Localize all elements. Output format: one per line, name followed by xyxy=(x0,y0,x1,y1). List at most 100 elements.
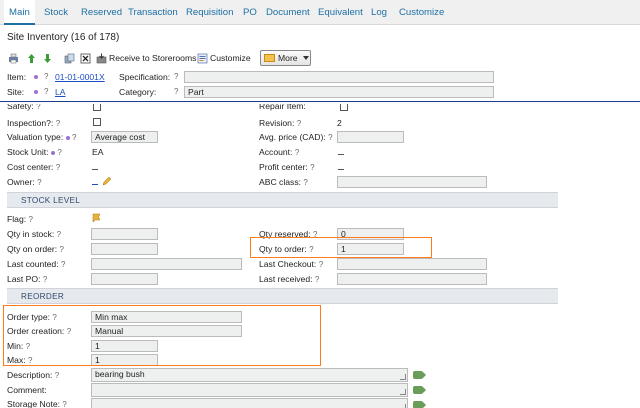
print-button[interactable] xyxy=(8,49,19,67)
expand-arrow-icon[interactable] xyxy=(413,386,426,394)
tab-po[interactable]: PO xyxy=(238,0,262,25)
folder-icon xyxy=(264,54,275,62)
specification-label: Specification: xyxy=(119,72,171,82)
help-icon[interactable]: ? xyxy=(56,119,60,128)
tab-main[interactable]: Main xyxy=(4,0,35,25)
valuation-type-field[interactable]: Average cost xyxy=(91,131,158,143)
avg-price-field[interactable] xyxy=(337,131,404,143)
help-icon[interactable]: ? xyxy=(37,178,41,187)
tab-bar: Main Stock Reserved Transaction Requisit… xyxy=(0,0,640,25)
help-icon[interactable]: ? xyxy=(57,148,61,157)
inspection-label: Inspection?: ? xyxy=(7,118,61,128)
help-icon[interactable]: ? xyxy=(310,163,314,172)
expand-arrow-icon[interactable] xyxy=(413,401,426,408)
help-icon[interactable]: ? xyxy=(44,72,48,81)
help-icon[interactable]: ? xyxy=(303,178,307,187)
help-icon[interactable]: ? xyxy=(60,245,64,254)
flag-label: Flag: ? xyxy=(7,214,33,224)
abc-class-field[interactable] xyxy=(337,176,487,188)
cost-center-empty xyxy=(92,169,98,170)
tab-equivalent[interactable]: Equivalent xyxy=(313,0,368,25)
stock-level-section-header[interactable]: STOCK LEVEL xyxy=(7,192,558,208)
flag-icon xyxy=(92,213,101,222)
qty-in-stock-field[interactable] xyxy=(91,228,158,240)
arrow-up-icon xyxy=(28,53,35,63)
owner-link[interactable] xyxy=(92,184,98,185)
last-checkout-label: Last Checkout: ? xyxy=(259,259,324,269)
delete-button[interactable] xyxy=(80,49,91,67)
edit-pencil-icon[interactable] xyxy=(102,176,112,186)
item-link[interactable]: 01-01-0001X xyxy=(55,72,105,82)
reorder-section-header[interactable]: REORDER xyxy=(7,288,558,304)
tab-log[interactable]: Log xyxy=(366,0,392,25)
category-field[interactable]: Part xyxy=(184,86,494,98)
customize-button[interactable]: Customize xyxy=(197,49,251,67)
profit-center-empty xyxy=(338,169,344,170)
qty-to-order-highlight xyxy=(250,237,432,258)
expand-arrow-icon[interactable] xyxy=(413,371,426,379)
last-po-field[interactable] xyxy=(91,273,158,285)
help-icon[interactable]: ? xyxy=(43,275,47,284)
qty-on-order-field[interactable] xyxy=(91,243,158,255)
help-icon[interactable]: ? xyxy=(29,215,33,224)
help-icon[interactable]: ? xyxy=(328,133,332,142)
help-icon[interactable]: ? xyxy=(61,260,65,269)
copy-icon xyxy=(64,53,75,63)
customize-label: Customize xyxy=(210,53,251,63)
required-indicator-icon xyxy=(34,75,38,79)
tab-transaction[interactable]: Transaction xyxy=(123,0,183,25)
comment-textarea[interactable] xyxy=(91,383,408,397)
help-icon[interactable]: ? xyxy=(297,119,301,128)
help-icon[interactable]: ? xyxy=(174,72,178,81)
help-icon[interactable]: ? xyxy=(174,87,178,96)
help-icon[interactable]: ? xyxy=(57,230,61,239)
tab-customize[interactable]: Customize xyxy=(394,0,449,25)
last-checkout-field[interactable] xyxy=(337,258,487,270)
receive-icon xyxy=(96,53,107,63)
required-indicator-icon xyxy=(65,135,70,140)
stock-unit-value: EA xyxy=(92,147,104,157)
help-icon[interactable]: ? xyxy=(315,275,319,284)
revision-value: 2 xyxy=(337,118,342,128)
owner-label: Owner: ? xyxy=(7,177,42,187)
tab-document[interactable]: Document xyxy=(261,0,315,25)
move-down-button[interactable] xyxy=(42,49,53,67)
repair-item-checkbox[interactable] xyxy=(340,104,348,111)
page-title: Site Inventory (16 of 178) xyxy=(7,32,120,43)
help-icon[interactable]: ? xyxy=(56,163,60,172)
tab-requisition[interactable]: Requisition xyxy=(181,0,238,25)
help-icon[interactable]: ? xyxy=(55,371,59,380)
last-received-field[interactable] xyxy=(337,273,487,285)
copy-button[interactable] xyxy=(64,49,75,67)
move-up-button[interactable] xyxy=(26,49,37,67)
help-icon[interactable]: ? xyxy=(44,87,48,96)
last-received-label: Last received: ? xyxy=(259,274,320,284)
help-icon[interactable]: ? xyxy=(295,148,299,157)
help-icon[interactable]: ? xyxy=(319,260,323,269)
help-icon[interactable]: ? xyxy=(72,133,76,142)
help-icon[interactable]: ? xyxy=(36,104,40,111)
tab-stock[interactable]: Stock xyxy=(39,0,73,25)
revision-label: Revision: ? xyxy=(259,118,302,128)
last-counted-label: Last counted: ? xyxy=(7,259,66,269)
last-counted-field[interactable] xyxy=(91,258,242,270)
delete-icon xyxy=(80,53,91,63)
last-po-label: Last PO: ? xyxy=(7,274,48,284)
arrow-down-icon xyxy=(44,53,51,63)
safety-label: Safety: ? xyxy=(7,101,41,111)
more-label: More xyxy=(278,53,298,63)
customize-icon xyxy=(197,53,208,63)
header-divider xyxy=(0,101,640,102)
receive-label: Receive to Storerooms xyxy=(109,53,197,63)
storage-note-textarea[interactable] xyxy=(91,398,408,408)
help-icon[interactable]: ? xyxy=(62,400,66,408)
safety-checkbox[interactable] xyxy=(93,104,101,111)
description-textarea[interactable]: bearing bush xyxy=(91,368,408,382)
inspection-checkbox[interactable] xyxy=(93,118,101,126)
receive-to-storerooms-button[interactable]: Receive to Storerooms xyxy=(96,49,196,67)
site-link[interactable]: LA xyxy=(55,87,66,97)
more-button[interactable]: More xyxy=(260,50,311,66)
specification-field[interactable] xyxy=(184,71,494,83)
tab-reserved[interactable]: Reserved xyxy=(76,0,127,25)
repair-item-label: Repair Item: xyxy=(259,101,306,111)
